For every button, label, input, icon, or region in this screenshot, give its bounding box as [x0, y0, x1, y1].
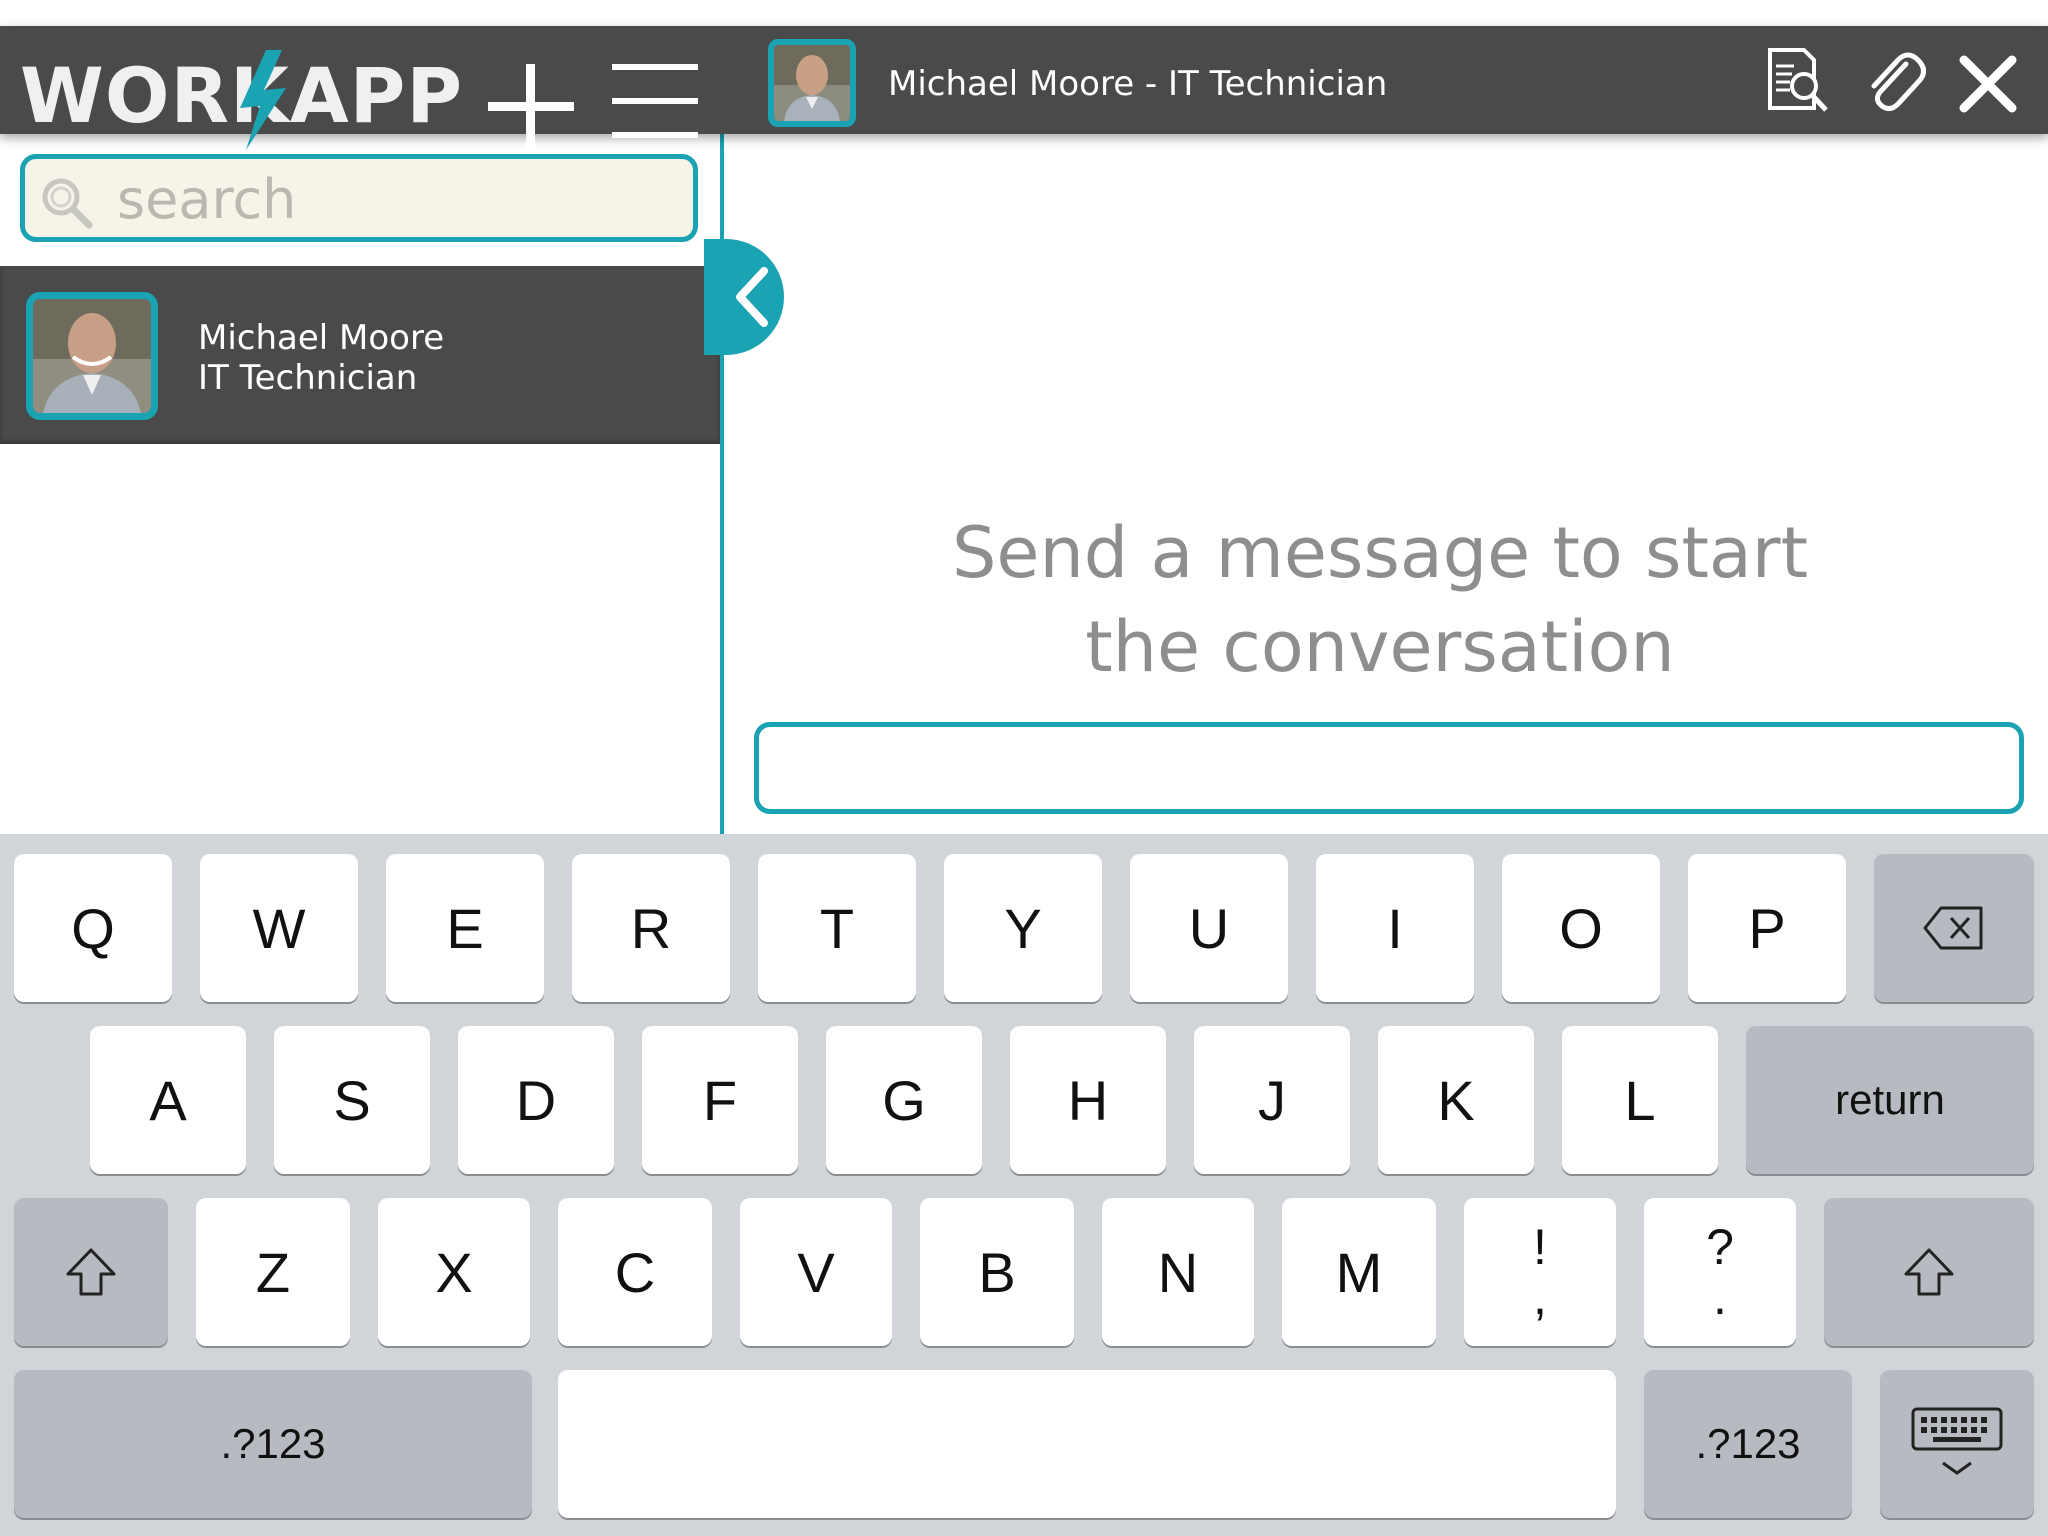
key-e[interactable]: E — [386, 854, 544, 1002]
backspace-key[interactable] — [1874, 854, 2034, 1002]
space-key[interactable] — [558, 1370, 1616, 1518]
key-r[interactable]: R — [572, 854, 730, 1002]
shift-key-left[interactable] — [14, 1198, 168, 1346]
contact-avatar — [26, 292, 158, 420]
key-y[interactable]: Y — [944, 854, 1102, 1002]
on-screen-keyboard: Q W E R T Y U I O P A S D F G H J K L re… — [0, 834, 2048, 1536]
shift-icon — [66, 1248, 116, 1296]
key-x[interactable]: X — [378, 1198, 530, 1346]
document-search-icon[interactable] — [1764, 46, 1834, 116]
key-h[interactable]: H — [1010, 1026, 1166, 1174]
key-exclamation-label: ! — [1533, 1219, 1547, 1275]
search-box[interactable] — [20, 154, 698, 242]
numbers-key-right[interactable]: .?123 — [1644, 1370, 1852, 1518]
search-input[interactable] — [117, 169, 677, 229]
lightning-bolt-icon — [240, 50, 286, 150]
hide-keyboard-key[interactable] — [1880, 1370, 2034, 1518]
app-header: WORKAPP Michael Moore - IT Technician — [0, 26, 2048, 150]
key-exclamation-comma[interactable]: ! , — [1464, 1198, 1616, 1346]
collapse-panel-button[interactable] — [704, 239, 784, 355]
contact-name: Michael Moore — [198, 318, 445, 358]
key-m[interactable]: M — [1282, 1198, 1436, 1346]
keyboard-hide-icon — [1911, 1407, 2003, 1475]
add-icon[interactable] — [488, 64, 574, 150]
key-f[interactable]: F — [642, 1026, 798, 1174]
workapp-logo: WORKAPP — [20, 50, 463, 150]
key-n[interactable]: N — [1102, 1198, 1254, 1346]
search-area — [0, 134, 720, 266]
key-q[interactable]: Q — [14, 854, 172, 1002]
message-input[interactable] — [754, 722, 2024, 814]
conversation-title: Michael Moore - IT Technician — [888, 64, 1388, 104]
search-icon — [42, 178, 93, 229]
key-d[interactable]: D — [458, 1026, 614, 1174]
key-comma-label: , — [1533, 1269, 1547, 1325]
key-k[interactable]: K — [1378, 1026, 1534, 1174]
key-t[interactable]: T — [758, 854, 916, 1002]
shift-key-right[interactable] — [1824, 1198, 2034, 1346]
key-l[interactable]: L — [1562, 1026, 1718, 1174]
header-avatar[interactable] — [768, 39, 856, 127]
key-period-label: . — [1713, 1269, 1727, 1325]
close-icon[interactable] — [1958, 54, 2018, 114]
key-g[interactable]: G — [826, 1026, 982, 1174]
key-s[interactable]: S — [274, 1026, 430, 1174]
backspace-icon — [1923, 906, 1983, 950]
numbers-key-left[interactable]: .?123 — [14, 1370, 532, 1518]
key-w[interactable]: W — [200, 854, 358, 1002]
return-key[interactable]: return — [1746, 1026, 2034, 1174]
key-i[interactable]: I — [1316, 854, 1474, 1002]
key-j[interactable]: J — [1194, 1026, 1350, 1174]
contact-list-item[interactable]: Michael Moore IT Technician — [0, 266, 720, 444]
contact-role: IT Technician — [198, 358, 418, 398]
person-photo-icon — [33, 299, 151, 413]
key-z[interactable]: Z — [196, 1198, 350, 1346]
key-u[interactable]: U — [1130, 854, 1288, 1002]
key-b[interactable]: B — [920, 1198, 1074, 1346]
key-question-label: ? — [1706, 1219, 1734, 1275]
empty-message-line-2: the conversation — [1085, 606, 1675, 688]
key-c[interactable]: C — [558, 1198, 712, 1346]
shift-icon — [1904, 1248, 1954, 1296]
empty-conversation-message: Send a message to start the conversation — [780, 506, 1980, 694]
person-photo-icon — [774, 45, 850, 121]
hamburger-menu-icon[interactable] — [612, 64, 698, 140]
key-o[interactable]: O — [1502, 854, 1660, 1002]
key-p[interactable]: P — [1688, 854, 1846, 1002]
key-v[interactable]: V — [740, 1198, 892, 1346]
key-question-period[interactable]: ? . — [1644, 1198, 1796, 1346]
chevron-left-icon — [736, 267, 768, 327]
paperclip-icon[interactable] — [1862, 46, 1926, 116]
key-a[interactable]: A — [90, 1026, 246, 1174]
empty-message-line-1: Send a message to start — [951, 512, 1809, 594]
